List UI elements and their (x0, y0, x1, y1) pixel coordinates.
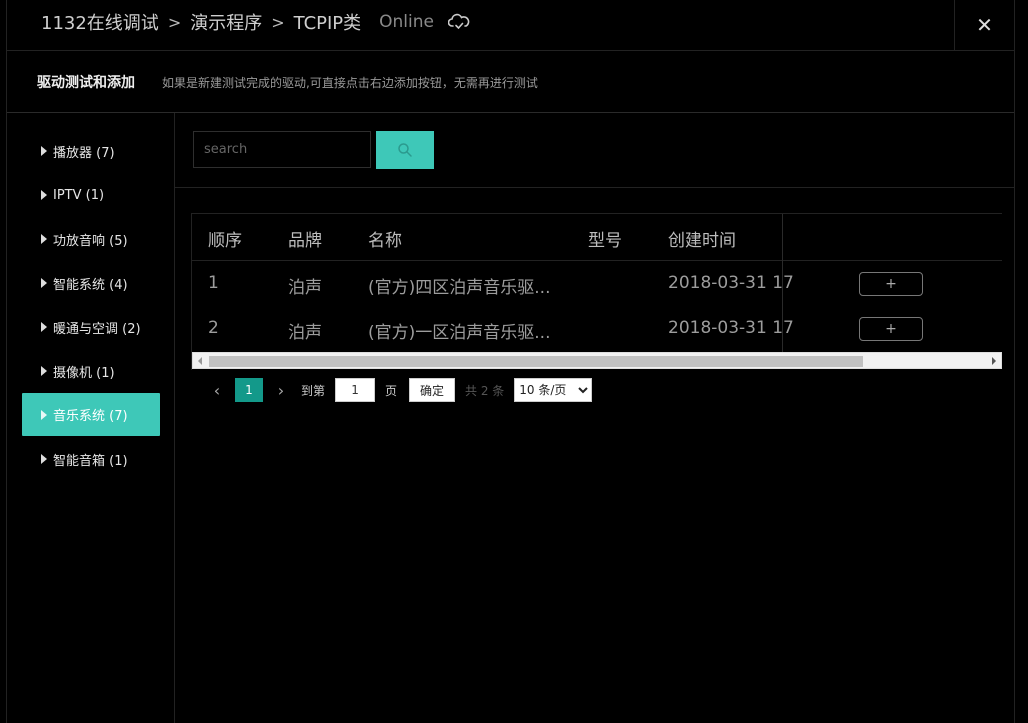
caret-right-icon (41, 146, 47, 156)
sidebar-item-player[interactable]: 播放器 (7) (22, 130, 160, 172)
cell-name: (官方)一区泊声音乐驱... (368, 323, 551, 343)
prev-page-icon[interactable]: ‹ (205, 381, 229, 400)
caret-right-icon (41, 322, 47, 332)
breadcrumb: 1132在线调试 > 演示程序 > TCPIP类 Online (41, 9, 470, 35)
sidebar-item-label: 功放音响 (5) (53, 233, 128, 249)
goto-page-input[interactable] (335, 378, 376, 402)
caret-right-icon (41, 278, 47, 288)
cell-index: 1 (208, 273, 219, 293)
sidebar-item-iptv[interactable]: IPTV (1) (22, 174, 160, 216)
sidebar-item-smart-system[interactable]: 智能系统 (4) (22, 262, 160, 304)
horizontal-scrollbar[interactable] (192, 352, 1002, 369)
column-header-index: 顺序 (208, 231, 242, 251)
sidebar-item-label: 音乐系统 (7) (53, 409, 128, 424)
section-description: 如果是新建测试完成的驱动,可直接点击右边添加按钮，无需再进行测试 (162, 76, 538, 90)
cloud-sync-icon[interactable] (448, 13, 470, 31)
breadcrumb-item-program[interactable]: 演示程序 (190, 9, 262, 35)
caret-right-icon (41, 454, 47, 464)
scrollbar-thumb[interactable] (209, 356, 863, 367)
sidebar-item-label: 智能音箱 (1) (53, 453, 128, 469)
sidebar-item-amplifier[interactable]: 功放音响 (5) (22, 218, 160, 260)
section-title: 驱动测试和添加 (37, 75, 135, 91)
total-count: 共 2 条 (465, 383, 505, 398)
status-text: Online (379, 12, 434, 32)
add-driver-button[interactable]: + (859, 317, 923, 341)
cell-created: 2018-03-31 17 (668, 318, 794, 338)
search-icon (398, 143, 412, 157)
cell-brand: 泊声 (288, 323, 322, 343)
caret-right-icon (41, 409, 47, 420)
main-panel: 顺序 品牌 名称 型号 创建时间 1 泊声 (官方)四区泊声音乐驱... 201… (175, 113, 1015, 723)
section-header: 驱动测试和添加 如果是新建测试完成的驱动,可直接点击右边添加按钮，无需再进行测试 (7, 51, 1014, 113)
breadcrumb-item-category: TCPIP类 (293, 13, 362, 34)
sidebar-item-label: IPTV (1) (53, 187, 105, 203)
page-unit-label: 页 (385, 383, 398, 398)
table-header: 顺序 品牌 名称 型号 创建时间 (192, 214, 1002, 261)
close-button[interactable]: ✕ (954, 0, 1014, 50)
driver-table: 顺序 品牌 名称 型号 创建时间 1 泊声 (官方)四区泊声音乐驱... 201… (191, 213, 1002, 370)
sidebar-item-camera[interactable]: 摄像机 (1) (22, 350, 160, 392)
cell-name: (官方)四区泊声音乐驱... (368, 278, 551, 298)
chevron-right-icon: > (271, 12, 285, 32)
modal-window: 1132在线调试 > 演示程序 > TCPIP类 Online ✕ 驱动测试和添… (6, 0, 1015, 723)
cell-brand: 泊声 (288, 278, 322, 298)
chevron-right-icon: > (167, 12, 182, 32)
sidebar-item-smart-speaker[interactable]: 智能音箱 (1) (22, 438, 160, 480)
page-size-select[interactable]: 10 条/页 (514, 378, 593, 402)
modal-header: 1132在线调试 > 演示程序 > TCPIP类 Online ✕ (7, 0, 1014, 51)
column-header-created: 创建时间 (668, 231, 736, 251)
page-number-current[interactable]: 1 (235, 378, 263, 402)
goto-label: 到第 (301, 383, 326, 398)
cell-index: 2 (208, 318, 219, 338)
search-button[interactable] (376, 131, 434, 169)
next-page-icon[interactable]: › (269, 381, 293, 400)
category-sidebar: 播放器 (7) IPTV (1) 功放音响 (5) 智能系统 (4) 暖通与空调… (7, 113, 175, 723)
sidebar-item-label: 智能系统 (4) (53, 277, 128, 293)
column-header-brand: 品牌 (288, 231, 322, 251)
pagination: ‹ 1 › 到第 页 确定 共 2 条 10 条/页 (205, 377, 593, 403)
table-row: 1 泊声 (官方)四区泊声音乐驱... 2018-03-31 17 + (192, 261, 1002, 306)
sidebar-item-music-system[interactable]: 音乐系统 (7) (22, 393, 160, 436)
sidebar-item-hvac[interactable]: 暖通与空调 (2) (22, 306, 160, 348)
cell-created: 2018-03-31 17 (668, 273, 794, 293)
column-header-name: 名称 (368, 231, 402, 251)
search-bar (175, 113, 1015, 188)
sidebar-item-label: 播放器 (7) (53, 145, 115, 161)
sidebar-item-label: 摄像机 (1) (53, 365, 115, 381)
breadcrumb-item-device[interactable]: 1132在线调试 (41, 9, 159, 35)
close-icon: ✕ (976, 13, 993, 37)
caret-right-icon (41, 190, 47, 200)
table-row: 2 泊声 (官方)一区泊声音乐驱... 2018-03-31 17 + (192, 306, 1002, 351)
search-input[interactable] (193, 131, 371, 168)
fixed-column-divider (782, 214, 783, 352)
sidebar-item-label: 暖通与空调 (2) (53, 321, 141, 337)
add-driver-button[interactable]: + (859, 272, 923, 296)
column-header-model: 型号 (588, 231, 622, 251)
scroll-right-icon[interactable] (992, 357, 996, 365)
caret-right-icon (41, 234, 47, 244)
goto-confirm-button[interactable]: 确定 (409, 378, 456, 402)
scroll-left-icon[interactable] (198, 357, 202, 365)
caret-right-icon (41, 366, 47, 376)
